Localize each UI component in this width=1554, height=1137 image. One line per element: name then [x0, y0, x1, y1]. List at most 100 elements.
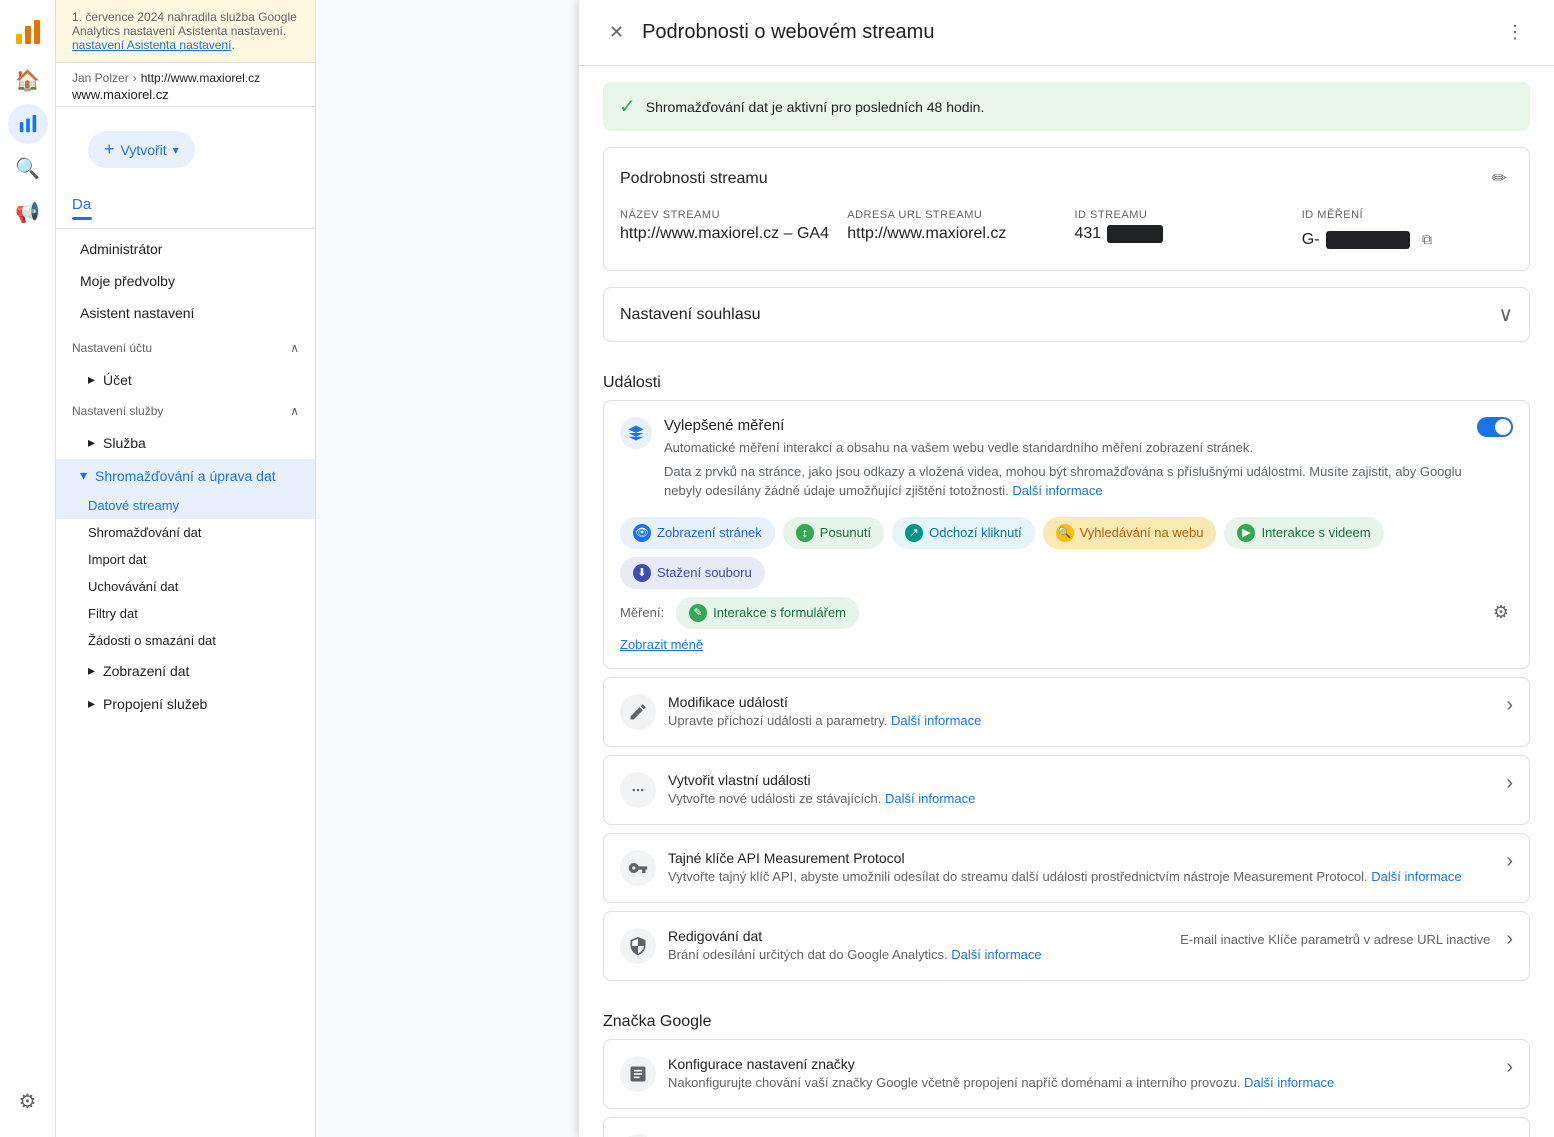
api-keys-right: ›: [1506, 850, 1513, 873]
data-redaction-meta: E-mail inactive Klíče parametrů v adrese…: [1180, 932, 1490, 947]
stream-name-col: NÁZEV STREAMU http://www.maxiorel.cz – G…: [620, 209, 831, 254]
settings-service-chevron[interactable]: ∧: [290, 404, 299, 418]
list-item-tag-settings[interactable]: Konfigurace nastavení značky Nakonfiguru…: [603, 1039, 1530, 1109]
sidebar-item-data-deletion[interactable]: Žádosti o smazání dat: [56, 627, 315, 654]
sidebar-item-data-streams[interactable]: Datové streamy: [56, 492, 315, 519]
tag-settings-content: Konfigurace nastavení značky Nakonfiguru…: [668, 1056, 1506, 1092]
sidebar-item-label: Moje předvolby: [80, 273, 175, 289]
measurement-label: Měření:: [620, 605, 664, 620]
info-bar-link[interactable]: nastavení Asistenta nastavení: [72, 38, 231, 52]
sidebar-item-setup-assistant[interactable]: Asistent nastavení: [56, 297, 315, 329]
sidebar-item-service-links[interactable]: ▸ Propojení služeb: [56, 687, 315, 720]
info-bar-text: 1. července 2024 nahradila služba Google…: [72, 10, 297, 38]
property-name: www.maxiorel.cz: [72, 87, 299, 102]
events-section: Události Vylepšené měření Automatické mě…: [603, 358, 1530, 981]
sidebar-item-data-view[interactable]: ▸ Zobrazení dat: [56, 654, 315, 687]
chip-outbound[interactable]: ↗ Odchozí kliknutí: [892, 517, 1035, 549]
sidebar-item-data-filters[interactable]: Filtry dat: [56, 600, 315, 627]
sidebar-item-administrator[interactable]: Administrátor: [56, 233, 315, 265]
sidebar-item-data-collection[interactable]: ▾ Shromažďování a úprava dat: [56, 459, 315, 492]
list-item-data-redaction[interactable]: Redigování dat Brání odesílání určitých …: [603, 911, 1530, 981]
chip-icon-outbound: ↗: [905, 524, 923, 542]
check-circle-icon: ✓: [619, 94, 636, 119]
sidebar-item-account[interactable]: ▸ Účet: [56, 363, 315, 396]
list-item-custom-events[interactable]: Vytvořit vlastní události Vytvořte nové …: [603, 755, 1530, 825]
em-left: Vylepšené měření Automatické měření inte…: [620, 417, 1477, 505]
custom-events-link[interactable]: Další informace: [885, 791, 975, 806]
chip-form-interaction[interactable]: ✎ Interakce s formulářem: [676, 597, 859, 629]
chip-icon-site-search: 🔍: [1056, 524, 1074, 542]
chip-site-search[interactable]: 🔍 Vyhledávání na webu: [1043, 517, 1217, 549]
nav-settings-bottom[interactable]: ⚙: [8, 1081, 48, 1121]
sidebar-item-service[interactable]: ▸ Služba: [56, 426, 315, 459]
nav-advertising[interactable]: 📢: [8, 192, 48, 232]
nav-reports[interactable]: [8, 104, 48, 144]
sidebar-data-streams-label: Datové streamy: [88, 498, 179, 513]
consent-chevron-icon: ∨: [1498, 302, 1513, 327]
info-bar: 1. července 2024 nahradila služba Google…: [56, 0, 315, 63]
chip-file-download[interactable]: ⬇ Stažení souboru: [620, 557, 765, 589]
api-keys-link[interactable]: Další informace: [1371, 869, 1461, 884]
stream-id-masked: ●●●●●●: [1107, 225, 1163, 243]
event-modifications-arrow-icon: ›: [1506, 694, 1513, 717]
nav-home[interactable]: 🏠: [8, 60, 48, 100]
more-options-button[interactable]: ⋮: [1500, 16, 1530, 49]
em-desc: Automatické měření interakcí a obsahu na…: [664, 438, 1477, 458]
chip-page-views[interactable]: 👁 Zobrazení stránek: [620, 517, 775, 549]
event-modifications-icon: [620, 694, 656, 730]
content-area: ✕ Podrobnosti o webovém streamu ⋮ ✓ Shro…: [316, 0, 1554, 1137]
sidebar-data-view-label: Zobrazení dat: [103, 663, 189, 679]
email-inactive-badge: inactive: [1221, 932, 1265, 947]
api-keys-arrow-icon: ›: [1506, 850, 1513, 873]
analytics-logo-icon: [14, 18, 42, 46]
em-title: Vylepšené měření: [664, 417, 1477, 434]
sidebar-item-data-collect[interactable]: Shromažďování dat: [56, 519, 315, 546]
url-params-inactive-badge: inactive: [1446, 932, 1490, 947]
measurement-id-label: ID MĚŘENÍ: [1302, 209, 1513, 221]
custom-events-desc: Vytvořte nové události ze stávajících. D…: [668, 790, 1506, 808]
data-redaction-link[interactable]: Další informace: [951, 947, 1041, 962]
enhanced-measurement-toggle[interactable]: [1477, 417, 1513, 437]
chip-label-outbound: Odchozí kliknutí: [929, 525, 1022, 540]
measurement-settings-button[interactable]: ⚙: [1489, 598, 1513, 627]
chip-video[interactable]: ▶ Interakce s videem: [1224, 517, 1383, 549]
close-button[interactable]: ✕: [603, 16, 630, 49]
sidebar-account-label: Účet: [103, 372, 132, 388]
account-name-label: Jan Polzer: [72, 71, 129, 85]
show-less-link[interactable]: Zobrazit méně: [620, 637, 703, 652]
stream-details-title-row[interactable]: Podrobnosti streamu ✏: [604, 148, 1529, 209]
sidebar-item-data-retention[interactable]: Uchovávání dat: [56, 573, 315, 600]
create-button[interactable]: + Vytvořit ▾: [88, 131, 195, 168]
settings-service-section: Nastavení služby ∧ ▸ Služba ▾ Shromažďov…: [56, 396, 315, 720]
settings-account-chevron[interactable]: ∧: [290, 341, 299, 355]
em-text-block: Vylepšené měření Automatické měření inte…: [664, 417, 1477, 505]
property-url-label: http://www.maxiorel.cz: [141, 71, 260, 85]
sidebar-item-preferences[interactable]: Moje předvolby: [56, 265, 315, 297]
list-item-connected-tags[interactable]: Správa připojených značek webu Nahrajte …: [603, 1117, 1530, 1137]
tag-settings-link[interactable]: Další informace: [1244, 1075, 1334, 1090]
em-link[interactable]: Další informace: [1012, 483, 1102, 498]
nav-explore[interactable]: 🔍: [8, 148, 48, 188]
custom-events-right: ›: [1506, 772, 1513, 795]
stream-details-section: Podrobnosti streamu ✏ NÁZEV STREAMU http…: [603, 147, 1530, 271]
data-redaction-icon: [620, 928, 656, 964]
chip-label-scroll: Posunutí: [820, 525, 871, 540]
google-tag-header: Značka Google: [603, 997, 1530, 1039]
list-item-event-modifications[interactable]: Modifikace událostí Upravte příchozí udá…: [603, 677, 1530, 747]
chip-icon-form: ✎: [689, 604, 707, 622]
api-keys-content: Tajné klíče API Measurement Protocol Vyt…: [668, 850, 1506, 886]
chip-icon-video: ▶: [1237, 524, 1255, 542]
sidebar-item-data-import[interactable]: Import dat: [56, 546, 315, 573]
event-modifications-desc: Upravte příchozí události a parametry. D…: [668, 712, 1506, 730]
tag-settings-right: ›: [1506, 1056, 1513, 1079]
data-redaction-desc: Brání odesílání určitých dat do Google A…: [668, 946, 1180, 964]
consent-title-row[interactable]: Nastavení souhlasu ∨: [604, 288, 1529, 341]
list-item-api-keys[interactable]: Tajné klíče API Measurement Protocol Vyt…: [603, 833, 1530, 903]
stream-name-value: http://www.maxiorel.cz – GA4: [620, 225, 831, 243]
event-modifications-link[interactable]: Další informace: [891, 713, 981, 728]
chip-scroll[interactable]: ↕ Posunutí: [783, 517, 884, 549]
edit-stream-button[interactable]: ✏: [1486, 162, 1513, 195]
stream-id-value: 431 ●●●●●●: [1075, 225, 1286, 243]
copy-measurement-id-button[interactable]: ⧉: [1416, 225, 1438, 254]
events-header: Události: [603, 358, 1530, 400]
